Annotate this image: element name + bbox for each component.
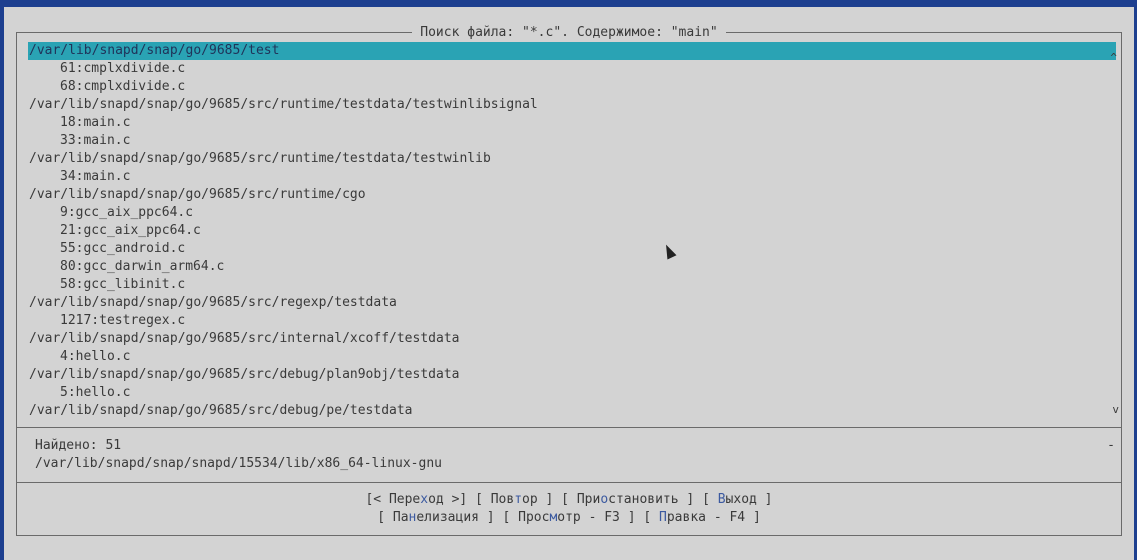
activity-indicator: - [1107,438,1115,453]
result-directory[interactable]: /var/lib/snapd/snap/go/9685/src/runtime/… [28,150,1116,168]
button-label-pre: [ Пов [475,492,515,507]
scroll-down-indicator[interactable]: v [1112,403,1119,416]
find-file-results-dialog: Поиск файла: "*.c". Содержимое: "main" /… [16,25,1122,536]
divider [17,427,1121,428]
result-file[interactable]: 34:main.c [28,168,1116,186]
result-file[interactable]: 58:gcc_libinit.c [28,276,1116,294]
result-directory[interactable]: /var/lib/snapd/snap/go/9685/src/runtime/… [28,96,1116,114]
scroll-up-indicator[interactable]: ^ [1110,51,1117,64]
button-label-post: равка - F4 ] [666,510,761,525]
results-list[interactable]: /var/lib/snapd/snap/go/9685/test 61:cmplx… [28,42,1116,420]
button-label-pre: [ При [561,492,601,507]
result-directory[interactable]: /var/lib/snapd/snap/go/9685/test [28,42,1116,60]
quit-button[interactable]: [ Выход ] [702,492,772,507]
result-file[interactable]: 61:cmplxdivide.c [28,60,1116,78]
button-label-post: ор ] [522,492,554,507]
suspend-button[interactable]: [ Приостановить ] [561,492,694,507]
result-file[interactable]: 55:gcc_android.c [28,240,1116,258]
result-directory[interactable]: /var/lib/snapd/snap/go/9685/src/debug/pe… [28,402,1116,420]
result-directory[interactable]: /var/lib/snapd/snap/go/9685/src/regexp/t… [28,294,1116,312]
button-label-hot: о [600,492,609,507]
button-bar: [< Переход >] [ Повтор ] [ Приостановить… [17,491,1121,527]
result-file[interactable]: 4:hello.c [28,348,1116,366]
result-file[interactable]: 33:main.c [28,132,1116,150]
dialog-title: Поиск файла: "*.c". Содержимое: "main" [17,24,1121,42]
button-label-post: становить ] [608,492,695,507]
top-panel-bar [0,0,1137,7]
button-label-post: ыход ] [725,492,773,507]
result-directory[interactable]: /var/lib/snapd/snap/go/9685/src/debug/pl… [28,366,1116,384]
again-button[interactable]: [ Повтор ] [475,492,553,507]
button-label-hot: П [659,510,667,525]
found-count: Найдено: 51 [35,438,122,453]
status-area: Найдено: 51/var/lib/snapd/snap/snapd/155… [35,437,442,473]
button-label-hot: В [717,492,726,507]
button-label-pre: [ Прос [502,510,550,525]
button-label-pre: [ [702,492,718,507]
result-directory[interactable]: /var/lib/snapd/snap/go/9685/src/internal… [28,330,1116,348]
result-file[interactable]: 18:main.c [28,114,1116,132]
left-panel-edge [0,0,4,560]
button-label-pre: [< Пере [365,492,421,507]
edit-button[interactable]: [ Правка - F4 ] [643,510,760,525]
current-search-dir: /var/lib/snapd/snap/snapd/15534/lib/x86_… [35,456,442,471]
result-file[interactable]: 21:gcc_aix_ppc64.c [28,222,1116,240]
button-label-hot: х [420,492,429,507]
result-file[interactable]: 80:gcc_darwin_arm64.c [28,258,1116,276]
button-label-pre: [ [643,510,660,525]
button-label-pre: [ Па [377,510,409,525]
result-file[interactable]: 68:cmplxdivide.c [28,78,1116,96]
button-label-post: од >] [428,492,468,507]
view-button[interactable]: [ Просмотр - F3 ] [502,510,635,525]
result-directory[interactable]: /var/lib/snapd/snap/go/9685/src/runtime/… [28,186,1116,204]
button-label-post: елизация ] [416,510,495,525]
result-file[interactable]: 9:gcc_aix_ppc64.c [28,204,1116,222]
button-label-post: отр - F3 ] [557,510,636,525]
button-label-hot: т [514,492,523,507]
panelize-button[interactable]: [ Панелизация ] [377,510,494,525]
result-file[interactable]: 5:hello.c [28,384,1116,402]
divider [17,482,1121,483]
result-file[interactable]: 1217:testregex.c [28,312,1116,330]
goto-button[interactable]: [< Переход >] [365,492,467,507]
